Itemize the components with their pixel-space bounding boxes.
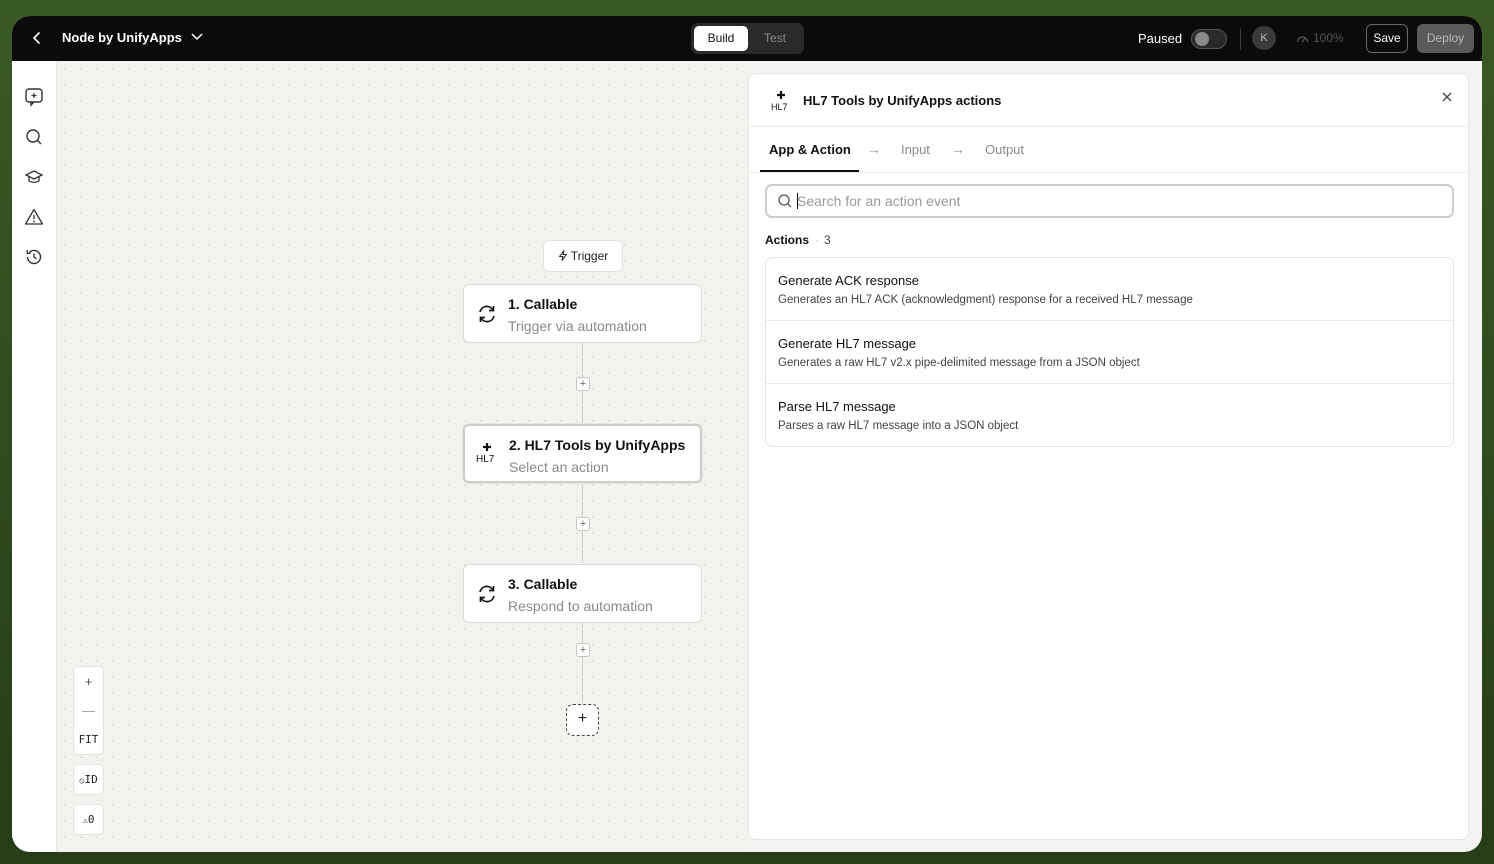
avatar[interactable]: K <box>1252 26 1276 50</box>
lightning-icon <box>558 250 567 261</box>
gauge-icon <box>1296 36 1309 43</box>
text-caret <box>797 193 798 209</box>
node-subtitle: Respond to automation <box>508 598 653 614</box>
test-tab[interactable]: Test <box>751 26 799 51</box>
action-search <box>765 184 1454 218</box>
action-description: Parses a raw HL7 message into a JSON obj… <box>778 420 1019 432</box>
chevron-left-icon <box>32 32 40 44</box>
sidebar-item-search[interactable] <box>24 127 44 147</box>
node-subtitle: Select an action <box>509 459 609 475</box>
left-sidebar <box>12 61 57 852</box>
search-icon <box>26 129 42 145</box>
save-button[interactable]: Save <box>1366 24 1408 53</box>
connector-line <box>582 623 583 703</box>
action-title: Generate HL7 message <box>778 336 917 351</box>
action-item-generate-ack[interactable]: Generate ACK response Generates an HL7 A… <box>766 258 1453 321</box>
toggle-knob <box>1195 32 1209 46</box>
zoom-out-button[interactable]: — <box>74 696 103 725</box>
learn-icon <box>24 170 44 184</box>
warning-icon <box>24 208 44 225</box>
action-description: Generates a raw HL7 v2.x pipe-delimited … <box>778 357 1140 369</box>
add-step-button[interactable]: + <box>576 643 590 657</box>
action-description: Generates an HL7 ACK (acknowledgment) re… <box>778 294 1193 306</box>
arrow-right-icon: → <box>867 141 881 157</box>
paused-label: Paused <box>1138 31 1183 46</box>
deploy-button[interactable]: Deploy <box>1417 24 1474 53</box>
sidebar-item-ai[interactable] <box>24 87 44 107</box>
tab-app-action[interactable]: App & Action <box>769 142 851 157</box>
ai-sparkle-icon <box>25 88 43 107</box>
panel-tabs: App & Action → Input → Output <box>749 127 1468 173</box>
tab-input[interactable]: Input <box>901 142 930 157</box>
chevron-down-icon <box>191 33 203 41</box>
search-icon <box>778 194 792 208</box>
trigger-button[interactable]: Trigger <box>543 240 623 272</box>
workflow-title-text: Node by UnifyApps <box>62 30 182 45</box>
zoom-indicator: 100% <box>1296 31 1344 45</box>
warnings-button[interactable]: ⚠0 <box>74 805 103 834</box>
close-button[interactable] <box>1439 91 1455 107</box>
fit-button[interactable]: FIT <box>74 725 103 754</box>
sync-icon <box>479 585 495 603</box>
workflow-canvas[interactable]: Trigger 1. Callable Trigger via automati… <box>57 61 748 852</box>
workflow-title[interactable]: Node by UnifyApps <box>62 30 203 45</box>
hl7-icon: HL7 <box>476 443 495 464</box>
sidebar-item-history[interactable] <box>24 247 44 267</box>
back-button[interactable] <box>28 29 46 47</box>
build-tab[interactable]: Build <box>694 26 748 51</box>
add-step-button[interactable]: + <box>576 377 590 391</box>
search-input[interactable] <box>797 190 1437 212</box>
tab-output[interactable]: Output <box>985 142 1024 157</box>
active-tab-indicator <box>760 170 859 172</box>
sidebar-item-warnings[interactable] <box>24 207 44 227</box>
warnings-box: ⚠0 <box>73 804 104 835</box>
panel-header: HL7 HL7 Tools by UnifyApps actions <box>749 74 1468 127</box>
action-item-generate-hl7[interactable]: Generate HL7 message Generates a raw HL7… <box>766 321 1453 384</box>
separator-dot: · <box>815 233 819 247</box>
app-window: Node by UnifyApps Build Test Paused K 10… <box>12 16 1482 852</box>
divider <box>1240 28 1241 50</box>
actions-heading: Actions <box>765 233 810 247</box>
history-icon <box>26 249 42 265</box>
trigger-label: Trigger <box>570 249 609 263</box>
zoom-controls: + — FIT <box>73 666 104 755</box>
mode-toggle: Build Test <box>691 23 804 54</box>
sync-icon <box>479 305 495 323</box>
action-item-parse-hl7[interactable]: Parse HL7 message Parses a raw HL7 messa… <box>766 384 1453 446</box>
actions-list: Generate ACK response Generates an HL7 A… <box>765 257 1454 447</box>
action-title: Parse HL7 message <box>778 399 896 414</box>
paused-toggle[interactable] <box>1191 29 1227 49</box>
top-bar: Node by UnifyApps Build Test Paused K 10… <box>12 16 1482 61</box>
action-panel: HL7 HL7 Tools by UnifyApps actions App &… <box>748 73 1469 840</box>
close-icon <box>1442 92 1452 102</box>
add-step-button[interactable]: + <box>576 517 590 531</box>
node-title: 2. HL7 Tools by UnifyApps <box>509 437 686 453</box>
zoom-level: 100% <box>1313 31 1344 45</box>
svg-text:HL7: HL7 <box>476 454 495 464</box>
panel-title: HL7 Tools by UnifyApps actions <box>803 93 1002 108</box>
node-title: 1. Callable <box>508 296 578 312</box>
node-subtitle: Trigger via automation <box>508 318 647 334</box>
id-toggle-label: ID <box>84 773 98 786</box>
warnings-count: 0 <box>87 813 95 826</box>
svg-text:HL7: HL7 <box>771 102 788 112</box>
sidebar-item-learn[interactable] <box>24 167 44 187</box>
node-title: 3. Callable <box>508 576 578 592</box>
zoom-in-button[interactable]: + <box>74 667 103 696</box>
actions-count: 3 <box>824 233 831 247</box>
id-toggle-box: ⦸ID <box>73 764 104 795</box>
workflow-node-2[interactable]: HL7 2. HL7 Tools by UnifyApps Select an … <box>463 424 702 483</box>
arrow-right-icon: → <box>951 141 965 157</box>
id-toggle-button[interactable]: ⦸ID <box>74 765 103 794</box>
add-node-button[interactable]: + <box>566 704 599 736</box>
hl7-icon: HL7 <box>771 91 788 112</box>
workflow-node-3[interactable]: 3. Callable Respond to automation <box>463 564 702 623</box>
action-title: Generate ACK response <box>778 273 919 288</box>
workflow-node-1[interactable]: 1. Callable Trigger via automation <box>463 284 702 343</box>
